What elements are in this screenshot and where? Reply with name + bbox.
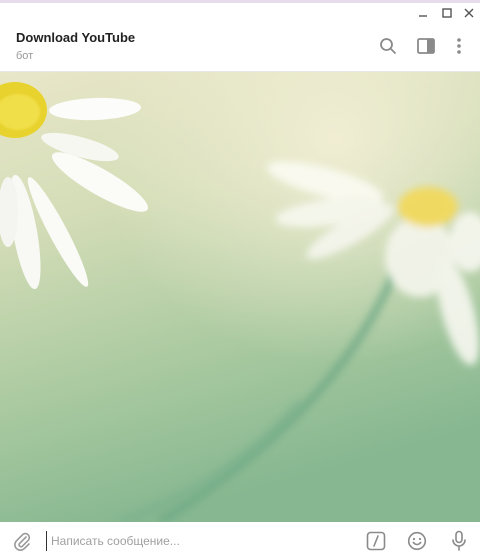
bot-commands-icon	[366, 531, 386, 551]
chamomile-wallpaper-image	[0, 72, 480, 522]
window-titlebar	[0, 0, 480, 22]
close-button[interactable]	[458, 5, 480, 21]
minimize-icon	[419, 15, 427, 17]
search-icon	[380, 38, 396, 54]
chat-background	[0, 72, 480, 522]
close-icon	[464, 8, 474, 18]
attach-button[interactable]	[10, 529, 34, 553]
sidebar-toggle-icon	[417, 38, 435, 54]
maximize-button[interactable]	[436, 5, 458, 21]
message-input[interactable]	[46, 531, 346, 551]
sidebar-toggle-button[interactable]	[415, 35, 437, 57]
more-vertical-icon	[457, 38, 461, 54]
minimize-button[interactable]	[412, 5, 434, 21]
chat-subtitle: бот	[16, 50, 34, 62]
more-menu-button[interactable]	[448, 35, 470, 57]
chat-title: Download YouTube	[16, 30, 136, 45]
voice-message-button[interactable]	[447, 529, 471, 553]
paperclip-icon	[14, 532, 31, 551]
message-composer	[0, 522, 480, 560]
maximize-icon	[442, 8, 452, 18]
chat-header[interactable]: Download YouTube бот	[0, 22, 480, 72]
bot-commands-button[interactable]	[364, 529, 388, 553]
emoji-icon	[407, 531, 427, 551]
emoji-button[interactable]	[405, 529, 429, 553]
search-button[interactable]	[377, 35, 399, 57]
microphone-icon	[452, 530, 466, 551]
